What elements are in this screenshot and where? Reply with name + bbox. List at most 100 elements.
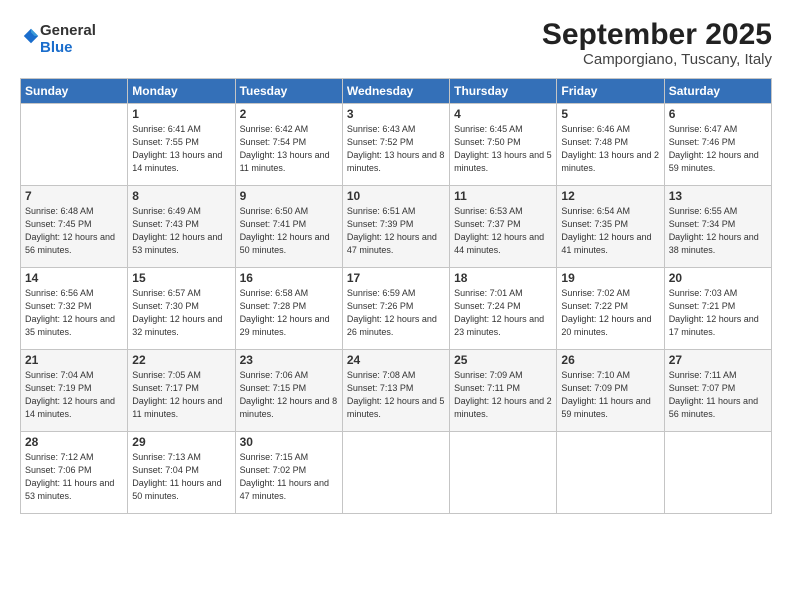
day-number: 29 <box>132 435 230 449</box>
weekday-header: Thursday <box>450 79 557 104</box>
day-number: 12 <box>561 189 659 203</box>
calendar-cell: 4 Sunrise: 6:45 AMSunset: 7:50 PMDaylight… <box>450 104 557 186</box>
calendar-cell: 9 Sunrise: 6:50 AMSunset: 7:41 PMDaylight… <box>235 186 342 268</box>
calendar-cell: 16 Sunrise: 6:58 AMSunset: 7:28 PMDayligh… <box>235 268 342 350</box>
calendar-cell <box>21 104 128 186</box>
logo-icon <box>22 27 40 45</box>
calendar-cell: 11 Sunrise: 6:53 AMSunset: 7:37 PMDayligh… <box>450 186 557 268</box>
cell-info: Sunrise: 6:48 AMSunset: 7:45 PMDaylight:… <box>25 205 123 257</box>
cell-info: Sunrise: 6:45 AMSunset: 7:50 PMDaylight:… <box>454 123 552 175</box>
day-number: 28 <box>25 435 123 449</box>
cell-info: Sunrise: 6:50 AMSunset: 7:41 PMDaylight:… <box>240 205 338 257</box>
day-number: 15 <box>132 271 230 285</box>
day-number: 24 <box>347 353 445 367</box>
cell-info: Sunrise: 7:04 AMSunset: 7:19 PMDaylight:… <box>25 369 123 421</box>
calendar-cell: 26 Sunrise: 7:10 AMSunset: 7:09 PMDayligh… <box>557 350 664 432</box>
calendar-cell: 8Sunrise: 6:49 AMSunset: 7:43 PMDaylight… <box>128 186 235 268</box>
cell-info: Sunrise: 7:11 AMSunset: 7:07 PMDaylight:… <box>669 369 767 421</box>
calendar-header-row: SundayMondayTuesdayWednesdayThursdayFrid… <box>21 79 772 104</box>
cell-info: Sunrise: 7:08 AMSunset: 7:13 PMDaylight:… <box>347 369 445 421</box>
day-number: 18 <box>454 271 552 285</box>
cell-info: Sunrise: 7:06 AMSunset: 7:15 PMDaylight:… <box>240 369 338 421</box>
cell-info: Sunrise: 6:54 AMSunset: 7:35 PMDaylight:… <box>561 205 659 257</box>
cell-info: Sunrise: 6:43 AMSunset: 7:52 PMDaylight:… <box>347 123 445 175</box>
cell-info: Sunrise: 6:49 AMSunset: 7:43 PMDaylight:… <box>132 205 230 257</box>
cell-info: Sunrise: 6:47 AMSunset: 7:46 PMDaylight:… <box>669 123 767 175</box>
day-number: 22 <box>132 353 230 367</box>
calendar-cell: 21Sunrise: 7:04 AMSunset: 7:19 PMDayligh… <box>21 350 128 432</box>
cell-info: Sunrise: 7:02 AMSunset: 7:22 PMDaylight:… <box>561 287 659 339</box>
day-number: 17 <box>347 271 445 285</box>
day-number: 27 <box>669 353 767 367</box>
calendar-cell: 22 Sunrise: 7:05 AMSunset: 7:17 PMDayligh… <box>128 350 235 432</box>
calendar-week-row: 1 Sunrise: 6:41 AMSunset: 7:55 PMDaylight… <box>21 104 772 186</box>
calendar-cell: 19 Sunrise: 7:02 AMSunset: 7:22 PMDayligh… <box>557 268 664 350</box>
calendar-cell: 6 Sunrise: 6:47 AMSunset: 7:46 PMDaylight… <box>664 104 771 186</box>
calendar-cell: 7 Sunrise: 6:48 AMSunset: 7:45 PMDaylight… <box>21 186 128 268</box>
calendar-cell: 15 Sunrise: 6:57 AMSunset: 7:30 PMDayligh… <box>128 268 235 350</box>
calendar-cell <box>450 432 557 514</box>
day-number: 26 <box>561 353 659 367</box>
cell-info: Sunrise: 6:56 AMSunset: 7:32 PMDaylight:… <box>25 287 123 339</box>
cell-info: Sunrise: 7:13 AMSunset: 7:04 PMDaylight:… <box>132 451 230 503</box>
calendar-cell: 10Sunrise: 6:51 AMSunset: 7:39 PMDayligh… <box>342 186 449 268</box>
calendar-cell: 5Sunrise: 6:46 AMSunset: 7:48 PMDaylight… <box>557 104 664 186</box>
calendar-week-row: 7 Sunrise: 6:48 AMSunset: 7:45 PMDaylight… <box>21 186 772 268</box>
calendar-cell: 17 Sunrise: 6:59 AMSunset: 7:26 PMDayligh… <box>342 268 449 350</box>
calendar-cell: 23 Sunrise: 7:06 AMSunset: 7:15 PMDayligh… <box>235 350 342 432</box>
cell-info: Sunrise: 7:05 AMSunset: 7:17 PMDaylight:… <box>132 369 230 421</box>
day-number: 23 <box>240 353 338 367</box>
page: General Blue September 2025 Camporgiano,… <box>0 0 792 612</box>
day-number: 11 <box>454 189 552 203</box>
day-number: 16 <box>240 271 338 285</box>
calendar-cell: 14Sunrise: 6:56 AMSunset: 7:32 PMDayligh… <box>21 268 128 350</box>
day-number: 7 <box>25 189 123 203</box>
calendar-cell: 12 Sunrise: 6:54 AMSunset: 7:35 PMDayligh… <box>557 186 664 268</box>
title-block: September 2025 Camporgiano, Tuscany, Ita… <box>542 18 772 68</box>
calendar-week-row: 28 Sunrise: 7:12 AMSunset: 7:06 PMDayligh… <box>21 432 772 514</box>
cell-info: Sunrise: 6:58 AMSunset: 7:28 PMDaylight:… <box>240 287 338 339</box>
day-number: 19 <box>561 271 659 285</box>
day-number: 13 <box>669 189 767 203</box>
cell-info: Sunrise: 6:59 AMSunset: 7:26 PMDaylight:… <box>347 287 445 339</box>
day-number: 9 <box>240 189 338 203</box>
calendar: SundayMondayTuesdayWednesdayThursdayFrid… <box>20 78 772 514</box>
logo-general: General <box>40 22 96 39</box>
logo: General Blue <box>20 22 96 57</box>
cell-info: Sunrise: 7:10 AMSunset: 7:09 PMDaylight:… <box>561 369 659 421</box>
cell-info: Sunrise: 6:41 AMSunset: 7:55 PMDaylight:… <box>132 123 230 175</box>
day-number: 1 <box>132 107 230 121</box>
calendar-cell: 25 Sunrise: 7:09 AMSunset: 7:11 PMDayligh… <box>450 350 557 432</box>
calendar-cell: 2Sunrise: 6:42 AMSunset: 7:54 PMDaylight… <box>235 104 342 186</box>
calendar-cell: 27 Sunrise: 7:11 AMSunset: 7:07 PMDayligh… <box>664 350 771 432</box>
calendar-cell: 24 Sunrise: 7:08 AMSunset: 7:13 PMDayligh… <box>342 350 449 432</box>
weekday-header: Tuesday <box>235 79 342 104</box>
calendar-cell: 29 Sunrise: 7:13 AMSunset: 7:04 PMDayligh… <box>128 432 235 514</box>
cell-info: Sunrise: 6:53 AMSunset: 7:37 PMDaylight:… <box>454 205 552 257</box>
calendar-cell: 30 Sunrise: 7:15 AMSunset: 7:02 PMDayligh… <box>235 432 342 514</box>
cell-info: Sunrise: 6:57 AMSunset: 7:30 PMDaylight:… <box>132 287 230 339</box>
day-number: 6 <box>669 107 767 121</box>
cell-info: Sunrise: 7:15 AMSunset: 7:02 PMDaylight:… <box>240 451 338 503</box>
weekday-header: Sunday <box>21 79 128 104</box>
weekday-header: Saturday <box>664 79 771 104</box>
header: General Blue September 2025 Camporgiano,… <box>20 18 772 68</box>
cell-info: Sunrise: 7:09 AMSunset: 7:11 PMDaylight:… <box>454 369 552 421</box>
day-number: 10 <box>347 189 445 203</box>
calendar-cell: 28 Sunrise: 7:12 AMSunset: 7:06 PMDayligh… <box>21 432 128 514</box>
day-number: 25 <box>454 353 552 367</box>
cell-info: Sunrise: 7:12 AMSunset: 7:06 PMDaylight:… <box>25 451 123 503</box>
logo-blue: Blue <box>40 39 73 56</box>
day-number: 30 <box>240 435 338 449</box>
cell-info: Sunrise: 6:46 AMSunset: 7:48 PMDaylight:… <box>561 123 659 175</box>
calendar-cell <box>342 432 449 514</box>
month-title: September 2025 <box>542 18 772 51</box>
calendar-week-row: 21Sunrise: 7:04 AMSunset: 7:19 PMDayligh… <box>21 350 772 432</box>
day-number: 3 <box>347 107 445 121</box>
cell-info: Sunrise: 6:42 AMSunset: 7:54 PMDaylight:… <box>240 123 338 175</box>
calendar-week-row: 14Sunrise: 6:56 AMSunset: 7:32 PMDayligh… <box>21 268 772 350</box>
calendar-cell: 20Sunrise: 7:03 AMSunset: 7:21 PMDayligh… <box>664 268 771 350</box>
calendar-cell <box>557 432 664 514</box>
weekday-header: Friday <box>557 79 664 104</box>
day-number: 4 <box>454 107 552 121</box>
